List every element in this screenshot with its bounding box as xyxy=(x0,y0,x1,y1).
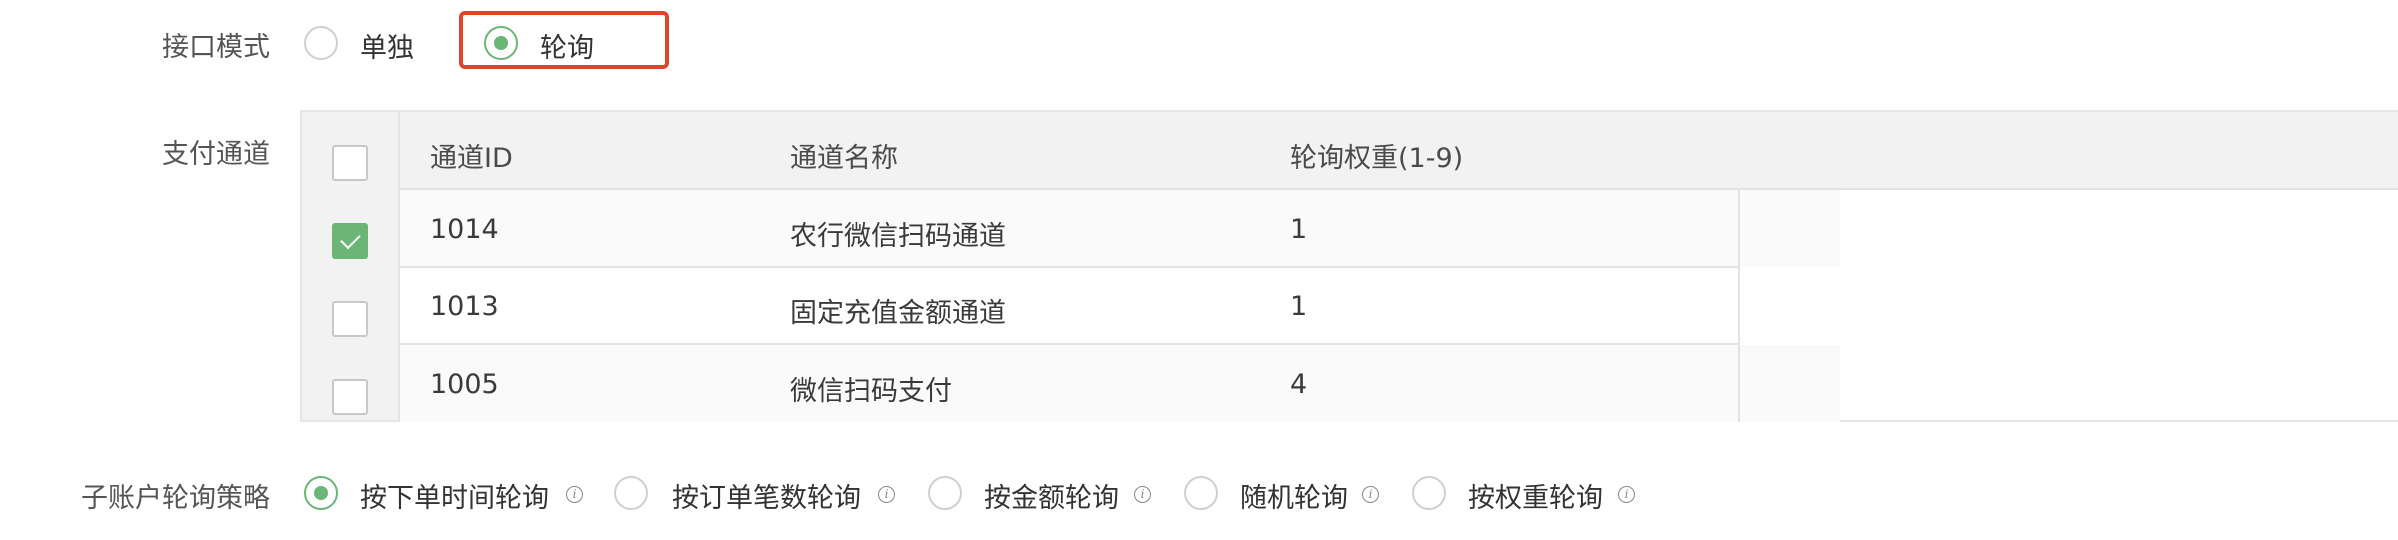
radio-by-amount-label[interactable]: 按金额轮询 xyxy=(984,476,1119,515)
info-icon[interactable]: i xyxy=(1134,486,1151,503)
radio-by-order-time-label[interactable]: 按下单时间轮询 xyxy=(360,476,549,515)
row-3-name: 微信扫码支付 xyxy=(790,376,952,407)
radio-random[interactable] xyxy=(1184,476,1218,510)
column-header-id: 通道ID xyxy=(430,143,513,174)
row-checkbox-1013[interactable] xyxy=(332,301,368,337)
payment-channels-label: 支付通道 xyxy=(162,139,270,170)
row-2-weight[interactable]: 1 xyxy=(1290,291,1307,322)
radio-by-weight-label[interactable]: 按权重轮询 xyxy=(1468,476,1603,515)
radio-by-weight[interactable] xyxy=(1412,476,1446,510)
row-checkbox-1005[interactable] xyxy=(332,379,368,415)
row-2-id: 1013 xyxy=(430,291,499,322)
polling-strategy-label: 子账户轮询策略 xyxy=(81,483,270,514)
table-row-bg xyxy=(400,345,1840,422)
row-checkbox-1014[interactable] xyxy=(332,223,368,259)
info-icon[interactable]: i xyxy=(878,486,895,503)
row-1-weight[interactable]: 1 xyxy=(1290,214,1307,245)
info-icon[interactable]: i xyxy=(1362,486,1379,503)
table-row-bg xyxy=(400,190,1840,267)
radio-by-amount[interactable] xyxy=(928,476,962,510)
interface-mode-label: 接口模式 xyxy=(162,32,270,63)
radio-by-order-count-label[interactable]: 按订单笔数轮询 xyxy=(672,476,861,515)
row-2-name: 固定充值金额通道 xyxy=(790,298,1006,329)
radio-single-label[interactable]: 单独 xyxy=(360,26,414,65)
radio-single[interactable] xyxy=(304,26,338,60)
radio-by-order-count[interactable] xyxy=(614,476,648,510)
row-1-id: 1014 xyxy=(430,214,499,245)
column-divider xyxy=(1738,190,1740,422)
radio-by-order-time[interactable] xyxy=(304,476,338,510)
select-all-checkbox[interactable] xyxy=(332,145,368,181)
row-3-id: 1005 xyxy=(430,369,499,400)
column-header-name: 通道名称 xyxy=(790,143,898,174)
radio-random-label[interactable]: 随机轮询 xyxy=(1240,476,1348,515)
table-row-bg xyxy=(400,268,1840,345)
info-icon[interactable]: i xyxy=(1618,486,1635,503)
row-1-name: 农行微信扫码通道 xyxy=(790,221,1006,252)
column-header-weight: 轮询权重(1-9) xyxy=(1290,143,1464,174)
info-icon[interactable]: i xyxy=(566,486,583,503)
channel-table: 通道ID 通道名称 轮询权重(1-9) 1014 农行微信扫码通道 1 1013… xyxy=(300,110,2398,422)
radio-polling[interactable] xyxy=(484,26,518,60)
radio-polling-label[interactable]: 轮询 xyxy=(540,26,594,65)
row-3-weight[interactable]: 4 xyxy=(1290,369,1307,400)
